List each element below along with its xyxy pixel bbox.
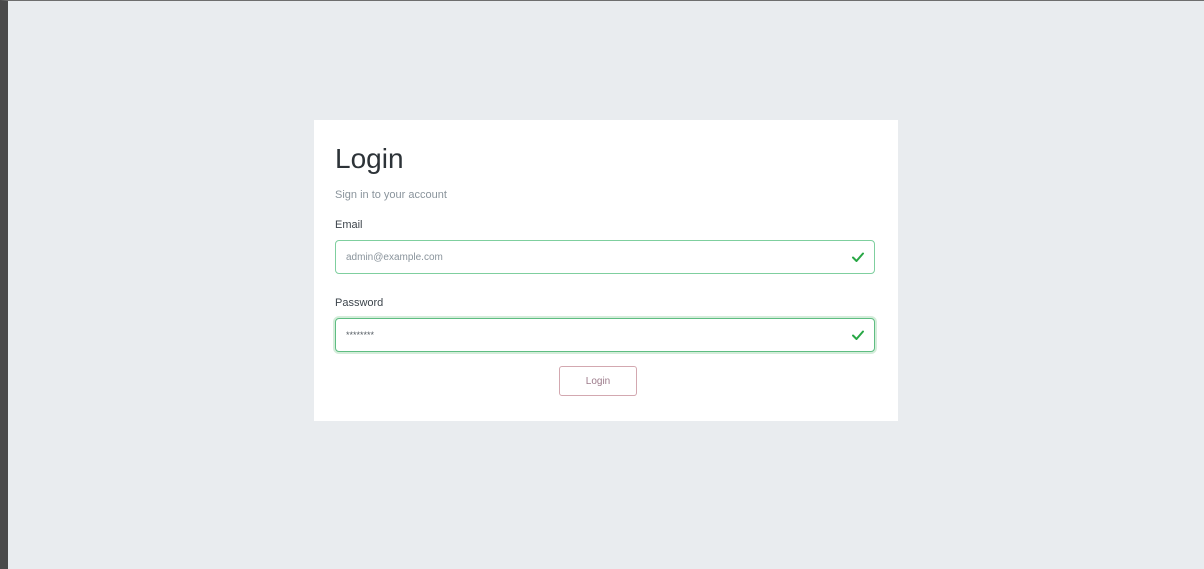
- password-label: Password: [335, 297, 384, 309]
- page-background: Login Sign in to your account Email Pass…: [0, 0, 1204, 569]
- email-label: Email: [335, 219, 363, 231]
- subtitle: Sign in to your account: [335, 189, 447, 201]
- email-field-wrapper: [335, 240, 875, 274]
- check-icon: [852, 252, 864, 262]
- password-field[interactable]: [336, 319, 836, 351]
- password-field-wrapper: [335, 318, 875, 352]
- login-card: Login Sign in to your account Email Pass…: [314, 120, 898, 421]
- page-title: Login: [335, 143, 404, 174]
- login-button[interactable]: Login: [559, 366, 637, 396]
- check-icon: [852, 330, 864, 340]
- button-row: Login: [335, 366, 875, 396]
- email-field[interactable]: [336, 241, 836, 273]
